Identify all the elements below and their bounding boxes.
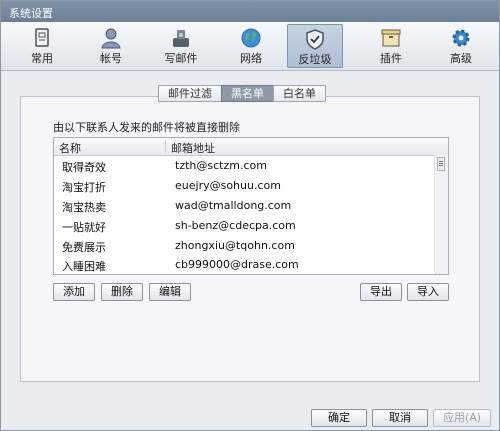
- tab-blacklist[interactable]: 黑名单: [221, 85, 274, 102]
- row-name: 一贴就好: [62, 221, 106, 234]
- compose-icon: [173, 30, 189, 47]
- toolbar-item-account[interactable]: 帐号: [83, 24, 139, 68]
- ok-button[interactable]: 确定: [311, 409, 367, 427]
- add-button[interactable]: 添加: [53, 283, 95, 301]
- column-header-name[interactable]: 名称: [59, 140, 81, 156]
- toolbar-item-advanced[interactable]: 高级: [433, 24, 489, 68]
- settings-toolbar: 常用 帐号 写邮件 网络 反垃圾 插件 高级: [1, 22, 499, 71]
- scrollbar-thumb[interactable]: [437, 157, 445, 171]
- toolbar-item-label: 帐号: [100, 52, 122, 65]
- row-email: euejry@sohuu.com: [175, 179, 281, 192]
- row-email: zhongxiu@tqohn.com: [175, 239, 295, 252]
- row-email: wad@tmalldong.com: [175, 199, 292, 212]
- table-row[interactable]: 入睡困难 cb999000@drase.com: [54, 255, 434, 274]
- filter-tabs: 邮件过滤 黑名单 白名单: [158, 85, 326, 102]
- toolbar-item-network[interactable]: 网络: [223, 24, 279, 68]
- table-row[interactable]: 免费展示 zhongxiu@tqohn.com: [54, 236, 434, 255]
- toolbar-item-compose[interactable]: 写邮件: [153, 24, 209, 68]
- row-email: tzth@sctzm.com: [175, 159, 267, 172]
- table-row[interactable]: 取得奇效 tzth@sctzm.com: [54, 156, 434, 175]
- cancel-button[interactable]: 取消: [372, 409, 428, 427]
- toolbar-item-label: 插件: [380, 52, 402, 65]
- toolbar-item-label: 反垃圾: [298, 53, 332, 66]
- apply-button[interactable]: 应用(A): [433, 409, 491, 427]
- row-name: 取得奇效: [62, 161, 106, 174]
- globe-icon: [241, 28, 261, 48]
- row-name: 免费展示: [62, 241, 106, 254]
- box-icon: [381, 29, 401, 47]
- row-email: cb999000@drase.com: [175, 258, 299, 271]
- column-header-email[interactable]: 邮箱地址: [171, 140, 215, 156]
- toolbar-item-label: 高级: [450, 52, 472, 65]
- tab-mail-filter[interactable]: 邮件过滤: [158, 85, 222, 102]
- toolbar-item-label: 网络: [240, 52, 262, 65]
- window-title: 系统设置: [9, 7, 53, 20]
- table-row[interactable]: 淘宝热卖 wad@tmalldong.com: [54, 196, 434, 215]
- settings-window: 系统设置 常用 帐号 写邮件 网络 反垃圾 插件 高级 邮件过滤 黑名单 白名单…: [0, 0, 500, 431]
- user-icon: [101, 28, 121, 49]
- shield-icon: [306, 29, 324, 50]
- table-row[interactable]: 一贴就好 sh-benz@cdecpa.com: [54, 216, 434, 235]
- column-divider[interactable]: [165, 140, 166, 153]
- toolbar-item-antispam[interactable]: 反垃圾: [287, 24, 343, 68]
- table-header: 名称 邮箱地址: [54, 138, 448, 156]
- delete-button[interactable]: 删除: [101, 283, 143, 301]
- blacklist-description: 由以下联系人发来的邮件将被直接删除: [53, 121, 240, 134]
- row-name: 淘宝热卖: [62, 201, 106, 214]
- blacklist-table[interactable]: 名称 邮箱地址 取得奇效 tzth@sctzm.com 淘宝打折 euejry@…: [53, 137, 449, 275]
- import-button[interactable]: 导入: [407, 283, 449, 301]
- toolbar-item-plugins[interactable]: 插件: [363, 24, 419, 68]
- toolbar-item-label: 常用: [31, 52, 53, 65]
- tab-whitelist[interactable]: 白名单: [273, 85, 326, 102]
- row-email: sh-benz@cdecpa.com: [175, 219, 296, 232]
- grip-icon: [439, 161, 443, 162]
- toolbar-item-label: 写邮件: [164, 52, 198, 65]
- edit-button[interactable]: 编辑: [149, 283, 191, 301]
- toolbar-item-common[interactable]: 常用: [14, 24, 70, 68]
- title-bar[interactable]: 系统设置: [1, 1, 499, 22]
- row-name: 入睡困难: [62, 260, 106, 273]
- row-name: 淘宝打折: [62, 181, 106, 194]
- document-icon: [35, 28, 49, 47]
- vertical-scrollbar[interactable]: [434, 155, 448, 274]
- gear-icon: [452, 29, 470, 47]
- table-row[interactable]: 淘宝打折 euejry@sohuu.com: [54, 176, 434, 195]
- export-button[interactable]: 导出: [360, 283, 402, 301]
